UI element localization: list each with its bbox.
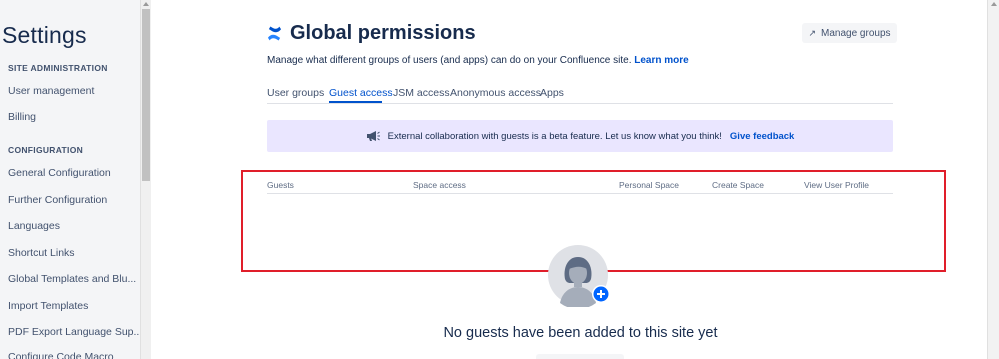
megaphone-icon xyxy=(366,131,380,141)
sidebar-item-import-templates[interactable]: Import Templates xyxy=(8,300,88,312)
page-description: Manage what different groups of users (a… xyxy=(267,55,689,66)
empty-state-text: No guests have been added to this site y… xyxy=(443,325,718,341)
give-feedback-link[interactable]: Give feedback xyxy=(730,131,794,142)
empty-state-illustration xyxy=(548,245,610,309)
sidebar-item-configure-code-macro[interactable]: Configure Code Macro xyxy=(8,351,114,359)
page-header: Global permissions xyxy=(267,22,476,45)
scroll-up-arrow-icon[interactable] xyxy=(991,2,997,6)
sidebar-item-languages[interactable]: Languages xyxy=(8,220,60,232)
banner-text: External collaboration with guests is a … xyxy=(387,130,722,142)
page-description-text: Manage what different groups of users (a… xyxy=(267,55,632,66)
tab-anonymous-access[interactable]: Anonymous access xyxy=(450,87,541,99)
external-link-arrow-icon: ↗ xyxy=(808,27,817,38)
tab-apps[interactable]: Apps xyxy=(540,87,564,99)
settings-sidebar: Settings SITE ADMINISTRATION User manage… xyxy=(0,0,140,359)
sidebar-item-global-templates[interactable]: Global Templates and Blu... xyxy=(8,273,136,285)
sidebar-title: Settings xyxy=(2,22,87,48)
scroll-up-arrow-icon[interactable] xyxy=(143,2,149,6)
active-tab-indicator xyxy=(329,101,382,103)
manage-groups-label: Manage groups xyxy=(821,27,891,39)
page-title: Global permissions xyxy=(290,22,476,44)
manage-groups-button[interactable]: ↗ Manage groups xyxy=(802,23,897,43)
confluence-logo-icon xyxy=(267,26,282,41)
tab-jsm-access[interactable]: JSM access xyxy=(393,87,450,99)
sidebar-scroll-thumb[interactable] xyxy=(142,9,150,181)
page-scrollbar[interactable] xyxy=(987,0,999,359)
add-guest-button[interactable] xyxy=(536,354,624,359)
guest-avatar-add-icon xyxy=(548,245,610,309)
tab-guest-access[interactable]: Guest access xyxy=(329,87,393,99)
beta-feature-banner: External collaboration with guests is a … xyxy=(267,120,893,152)
tab-user-groups[interactable]: User groups xyxy=(267,87,324,99)
section-heading-site-administration: SITE ADMINISTRATION xyxy=(8,63,108,73)
sidebar-item-general-configuration[interactable]: General Configuration xyxy=(8,167,111,179)
sidebar-scrollbar[interactable] xyxy=(140,0,151,359)
section-heading-configuration: CONFIGURATION xyxy=(8,145,84,155)
empty-state-message: No guests have been added to this site y… xyxy=(0,325,999,341)
sidebar-item-billing[interactable]: Billing xyxy=(8,111,36,123)
learn-more-link[interactable]: Learn more xyxy=(634,55,688,66)
sidebar-item-further-configuration[interactable]: Further Configuration xyxy=(8,194,107,206)
sidebar-item-shortcut-links[interactable]: Shortcut Links xyxy=(8,247,75,259)
sidebar-item-user-management[interactable]: User management xyxy=(8,85,94,97)
permission-tabs: User groups Guest access JSM access Anon… xyxy=(267,87,893,104)
